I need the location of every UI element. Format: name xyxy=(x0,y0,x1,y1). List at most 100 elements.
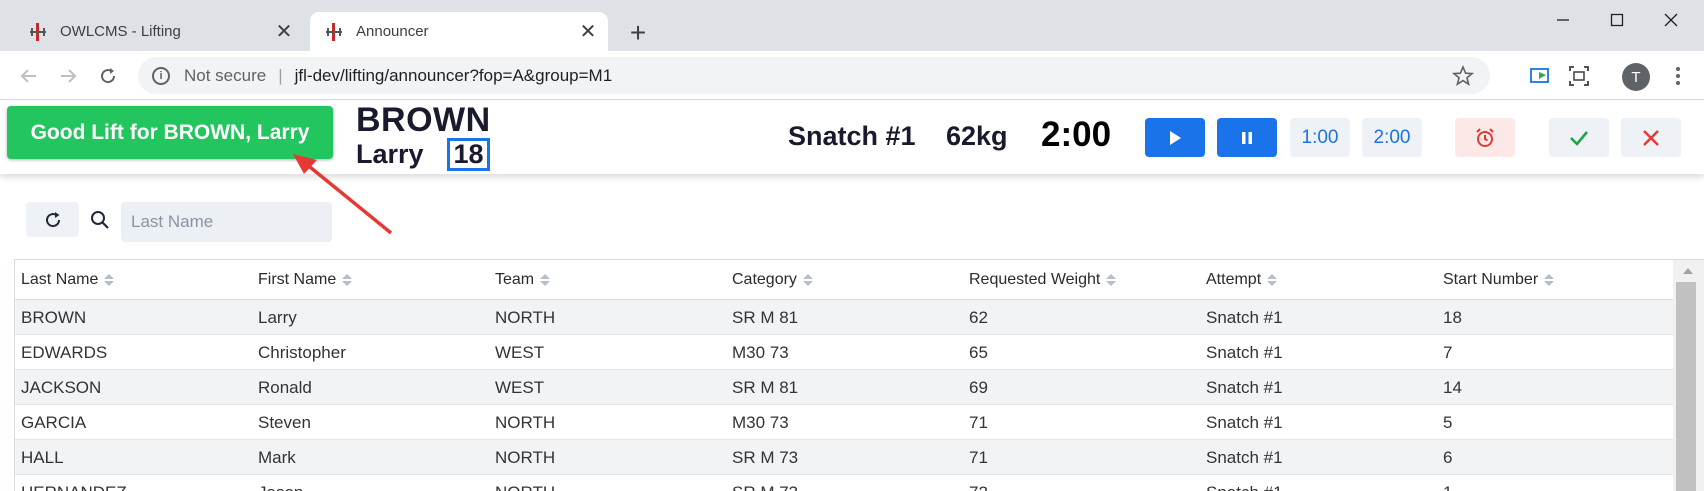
cell-attempt: Snatch #1 xyxy=(1206,412,1283,432)
cell-requested-weight: 71 xyxy=(969,447,988,467)
table-row[interactable]: HALL Mark NORTH SR M 73 71 Snatch #1 6 xyxy=(15,440,1673,475)
cell-last-name: BROWN xyxy=(21,307,87,327)
column-header-team[interactable]: Team xyxy=(489,260,551,300)
tab-title: OWLCMS - Lifting xyxy=(60,23,181,40)
url-separator: | xyxy=(278,65,283,85)
column-header-label: Start Number xyxy=(1443,271,1539,288)
set-one-minute-button[interactable]: 1:00 xyxy=(1290,118,1350,157)
grid-header: Last Name First Name Team Category Requested… xyxy=(15,260,1673,300)
sort-arrows-icon[interactable] xyxy=(342,274,353,286)
address-bar[interactable]: i Not secure | jfl-dev/lifting/announcer… xyxy=(138,57,1490,94)
search-icon xyxy=(88,208,112,232)
column-header-first-name[interactable]: First Name xyxy=(252,260,353,300)
window-close-icon[interactable] xyxy=(1638,0,1704,40)
cell-first-name: Steven xyxy=(258,412,311,432)
cell-team: WEST xyxy=(495,342,545,362)
cell-start-number: 7 xyxy=(1443,342,1453,362)
cell-team: WEST xyxy=(495,377,545,397)
sort-arrows-icon[interactable] xyxy=(1267,274,1278,286)
column-header-label: Attempt xyxy=(1206,271,1262,288)
good-lift-decision-button[interactable]: Good Lift for BROWN, Larry xyxy=(7,106,333,159)
cell-last-name: EDWARDS xyxy=(21,342,108,362)
cell-attempt: Snatch #1 xyxy=(1206,377,1283,397)
cell-first-name: Ronald xyxy=(258,377,312,397)
good-lift-button[interactable] xyxy=(1549,118,1609,157)
refresh-button[interactable] xyxy=(26,202,79,237)
cell-category: SR M 81 xyxy=(732,307,799,327)
sort-arrows-icon[interactable] xyxy=(802,274,813,286)
start-clock-button[interactable] xyxy=(1145,118,1205,157)
owlcms-favicon-icon xyxy=(28,22,48,42)
tab-owlcms-lifting[interactable]: OWLCMS - Lifting ✕ xyxy=(14,12,304,51)
athlete-first-name: Larry xyxy=(356,139,424,169)
cell-start-number: 6 xyxy=(1443,447,1453,467)
no-lift-button[interactable] xyxy=(1621,118,1681,157)
scroll-up-arrow-icon[interactable] xyxy=(1683,268,1693,274)
browser-toolbar: i Not secure | jfl-dev/lifting/announcer… xyxy=(0,51,1704,100)
column-header-start-number[interactable]: Start Number xyxy=(1437,260,1555,300)
cell-start-number: 5 xyxy=(1443,412,1453,432)
column-header-last-name[interactable]: Last Name xyxy=(15,260,115,300)
tab-close-icon[interactable]: ✕ xyxy=(574,18,602,46)
cell-team: NORTH xyxy=(495,447,556,467)
last-name-filter-input[interactable] xyxy=(121,202,332,242)
screen-capture-icon[interactable] xyxy=(1565,62,1593,90)
cell-first-name: Larry xyxy=(258,307,297,327)
table-row[interactable]: EDWARDS Christopher WEST M30 73 65 Snatch #1 7 xyxy=(15,335,1673,370)
table-row[interactable]: HERNANDEZ Jason NORTH SR M 73 72 Snatch #1 1 xyxy=(15,475,1673,491)
break-timer-button[interactable] xyxy=(1455,118,1515,157)
cell-last-name: HERNANDEZ xyxy=(15,475,127,491)
tab-close-icon[interactable]: ✕ xyxy=(270,18,298,46)
scroll-thumb[interactable] xyxy=(1676,282,1696,491)
cell-category: M30 73 xyxy=(732,412,789,432)
column-header-label: Last Name xyxy=(21,271,99,288)
column-header-attempt[interactable]: Attempt xyxy=(1200,260,1278,300)
current-attempt: Snatch #1 xyxy=(788,121,916,151)
attempt-clock: 2:00 xyxy=(1041,115,1112,154)
reload-icon[interactable] xyxy=(93,61,123,91)
athletes-grid: Last Name First Name Team Category Requested… xyxy=(14,259,1704,491)
cell-start-number: 18 xyxy=(1443,307,1462,327)
cast-extension-icon[interactable] xyxy=(1526,62,1554,90)
table-row[interactable]: GARCIA Steven NORTH M30 73 71 Snatch #1 5 xyxy=(15,405,1673,440)
play-icon xyxy=(1170,130,1181,145)
tab-announcer[interactable]: Announcer ✕ xyxy=(310,12,608,51)
cell-team: NORTH xyxy=(495,307,556,327)
cell-start-number: 14 xyxy=(1443,377,1462,397)
cell-category: M30 73 xyxy=(732,342,789,362)
kebab-menu-icon[interactable] xyxy=(1664,62,1692,90)
cell-first-name: Jason xyxy=(252,475,303,491)
url-text[interactable]: jfl-dev/lifting/announcer?fop=A&group=M1 xyxy=(295,66,613,86)
x-icon xyxy=(1643,129,1659,146)
athlete-start-number: 18 xyxy=(447,138,490,171)
column-header-requested-weight[interactable]: Requested Weight xyxy=(963,260,1117,300)
cell-last-name: HALL xyxy=(21,447,64,467)
back-arrow-icon[interactable] xyxy=(14,61,44,91)
table-row[interactable]: JACKSON Ronald WEST SR M 81 69 Snatch #1 14 xyxy=(15,370,1673,405)
set-two-minutes-button[interactable]: 2:00 xyxy=(1362,118,1422,157)
stop-clock-button[interactable] xyxy=(1217,118,1277,157)
cell-category: SR M 81 xyxy=(732,377,799,397)
forward-arrow-icon[interactable] xyxy=(53,61,83,91)
pause-icon xyxy=(1242,131,1252,144)
sort-arrows-icon[interactable] xyxy=(1106,274,1117,286)
announcer-top-bar: Good Lift for BROWN, Larry BROWN Larry 1… xyxy=(0,101,1704,174)
cell-category: SR M 73 xyxy=(732,447,799,467)
table-row[interactable]: BROWN Larry NORTH SR M 81 62 Snatch #1 18 xyxy=(15,300,1673,335)
column-header-label: First Name xyxy=(258,271,337,288)
cell-requested-weight: 65 xyxy=(969,342,988,362)
bookmark-star-icon[interactable] xyxy=(1451,64,1475,92)
sort-arrows-icon[interactable] xyxy=(540,274,551,286)
info-icon[interactable]: i xyxy=(152,66,170,85)
owlcms-favicon-icon xyxy=(324,22,344,42)
profile-avatar[interactable]: T xyxy=(1622,63,1650,91)
checkmark-icon xyxy=(1570,130,1588,146)
column-header-category[interactable]: Category xyxy=(726,260,813,300)
cell-last-name: GARCIA xyxy=(21,412,87,432)
column-header-label: Team xyxy=(495,271,535,288)
cell-requested-weight: 72 xyxy=(963,475,988,491)
sort-arrows-icon[interactable] xyxy=(104,274,115,286)
sort-arrows-icon[interactable] xyxy=(1544,274,1555,286)
vertical-scrollbar[interactable] xyxy=(1673,260,1704,491)
new-tab-button[interactable]: + xyxy=(624,17,652,48)
